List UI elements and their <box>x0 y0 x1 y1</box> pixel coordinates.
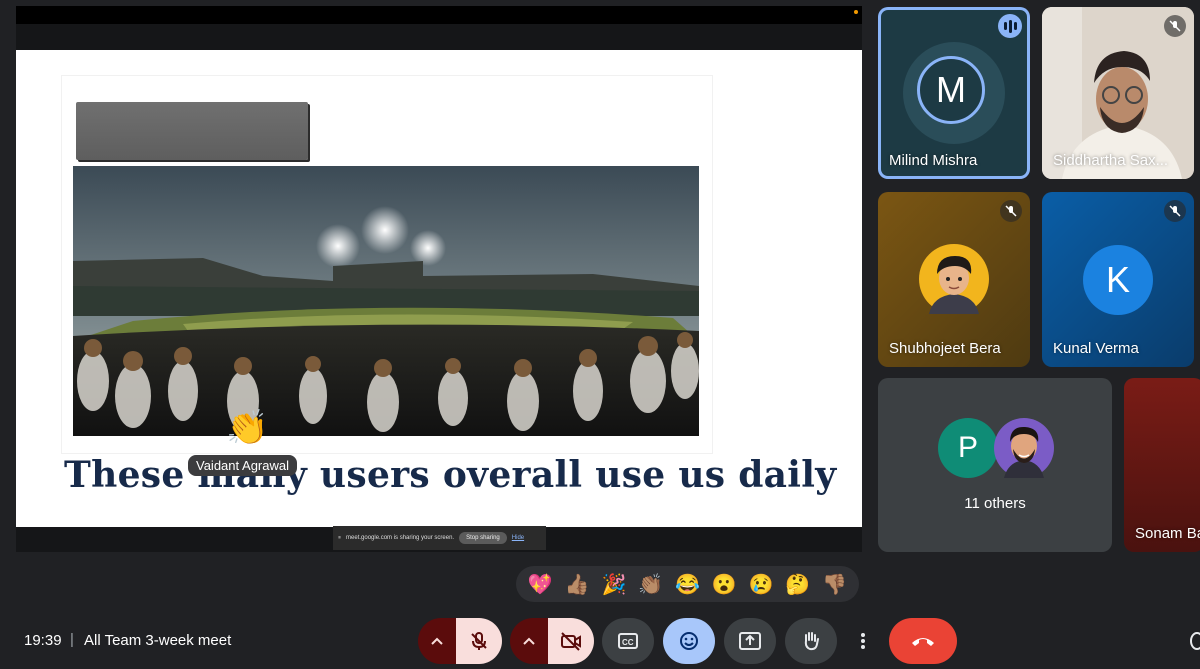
mic-off-icon <box>1164 200 1186 222</box>
others-tile[interactable]: P 11 others <box>878 378 1112 552</box>
clapping-reaction-icon: 👏 <box>226 409 269 447</box>
present-icon <box>739 632 761 650</box>
participant-name: Kunal Verma <box>1053 340 1139 357</box>
avatar: K <box>1083 245 1153 315</box>
avatar <box>994 418 1054 478</box>
mic-off-icon <box>471 632 487 650</box>
camera-options-button[interactable] <box>510 618 548 664</box>
reaction-laugh[interactable]: 😂 <box>672 572 702 597</box>
participant-tile-siddhartha[interactable]: Siddhartha Sax... <box>1042 7 1194 179</box>
call-end-icon <box>912 638 934 646</box>
reaction-sad[interactable]: 😢 <box>746 572 776 597</box>
pause-icon: ⏸ <box>338 534 342 541</box>
captions-button[interactable]: CC <box>602 618 654 664</box>
screen-share-banner: ⏸ meet.google.com is sharing your screen… <box>333 526 546 550</box>
participant-tile-sonam[interactable]: Sonam Ba <box>1124 378 1200 552</box>
reaction-thumbs-down[interactable]: 👎🏽 <box>820 572 850 597</box>
participant-tile-milind[interactable]: M Milind Mishra <box>878 7 1030 179</box>
slide-heading: These many users overall use us daily <box>64 454 837 496</box>
avatar: M <box>917 56 985 124</box>
redacted-logo <box>76 102 308 160</box>
mic-off-icon <box>1164 15 1186 37</box>
reaction-name-tag: Vaidant Agrawal <box>188 455 297 476</box>
camera-toggle-button[interactable] <box>548 618 594 664</box>
participant-tile-kunal[interactable]: K Kunal Verma <box>1042 192 1194 367</box>
mic-off-icon <box>1000 200 1022 222</box>
meeting-title: All Team 3-week meet <box>84 632 232 649</box>
stage-top-bar <box>16 6 862 24</box>
emoji-button[interactable] <box>663 618 715 664</box>
speaking-indicator-icon <box>998 14 1022 38</box>
presentation-slide: These many users overall use us daily 👏 … <box>16 50 862 527</box>
reaction-thumbs-up[interactable]: 👍🏽 <box>562 572 592 597</box>
reaction-thinking[interactable]: 🤔 <box>783 572 813 597</box>
participant-name: Milind Mishra <box>889 152 978 169</box>
captions-icon: CC <box>618 633 638 649</box>
present-button[interactable] <box>724 618 776 664</box>
svg-text:CC: CC <box>622 638 634 647</box>
reactions-bar: 💖 👍🏽 🎉 👏🏽 😂 😮 😢 🤔 👎🏽 <box>516 566 859 602</box>
share-banner-message: meet.google.com is sharing your screen. <box>346 535 455 541</box>
raise-hand-button[interactable] <box>785 618 837 664</box>
info-icon[interactable] <box>1190 632 1200 650</box>
mic-toggle-button[interactable] <box>456 618 502 664</box>
reaction-heart[interactable]: 💖 <box>525 572 555 597</box>
participant-tile-shubhojeet[interactable]: Shubhojeet Bera <box>878 192 1030 367</box>
chevron-up-icon <box>523 637 535 645</box>
others-count-label: 11 others <box>964 495 1026 512</box>
participant-name: Shubhojeet Bera <box>889 340 1001 357</box>
participant-name: Siddhartha Sax... <box>1053 152 1169 169</box>
end-call-button[interactable] <box>889 618 957 664</box>
more-options-button[interactable] <box>848 618 878 664</box>
reaction-party[interactable]: 🎉 <box>599 572 629 597</box>
avatar: P <box>938 418 998 478</box>
hide-banner-link[interactable]: Hide <box>512 535 524 541</box>
mic-options-button[interactable] <box>418 618 456 664</box>
divider: | <box>70 631 74 648</box>
participant-name: Sonam Ba <box>1135 525 1200 542</box>
shared-screen: These many users overall use us daily 👏 … <box>16 6 862 552</box>
more-vert-icon <box>861 633 865 649</box>
reaction-clap[interactable]: 👏🏽 <box>636 572 666 597</box>
indicator-dot <box>854 10 858 14</box>
meeting-clock: 19:39 <box>24 632 62 649</box>
camera-off-icon <box>561 632 581 651</box>
raise-hand-icon <box>804 632 819 651</box>
stop-sharing-button[interactable]: Stop sharing <box>459 532 507 544</box>
stadium-photo <box>73 166 699 436</box>
emoji-icon <box>680 632 698 650</box>
reaction-surprised[interactable]: 😮 <box>709 572 739 597</box>
avatar <box>919 244 989 314</box>
chevron-up-icon <box>431 637 443 645</box>
